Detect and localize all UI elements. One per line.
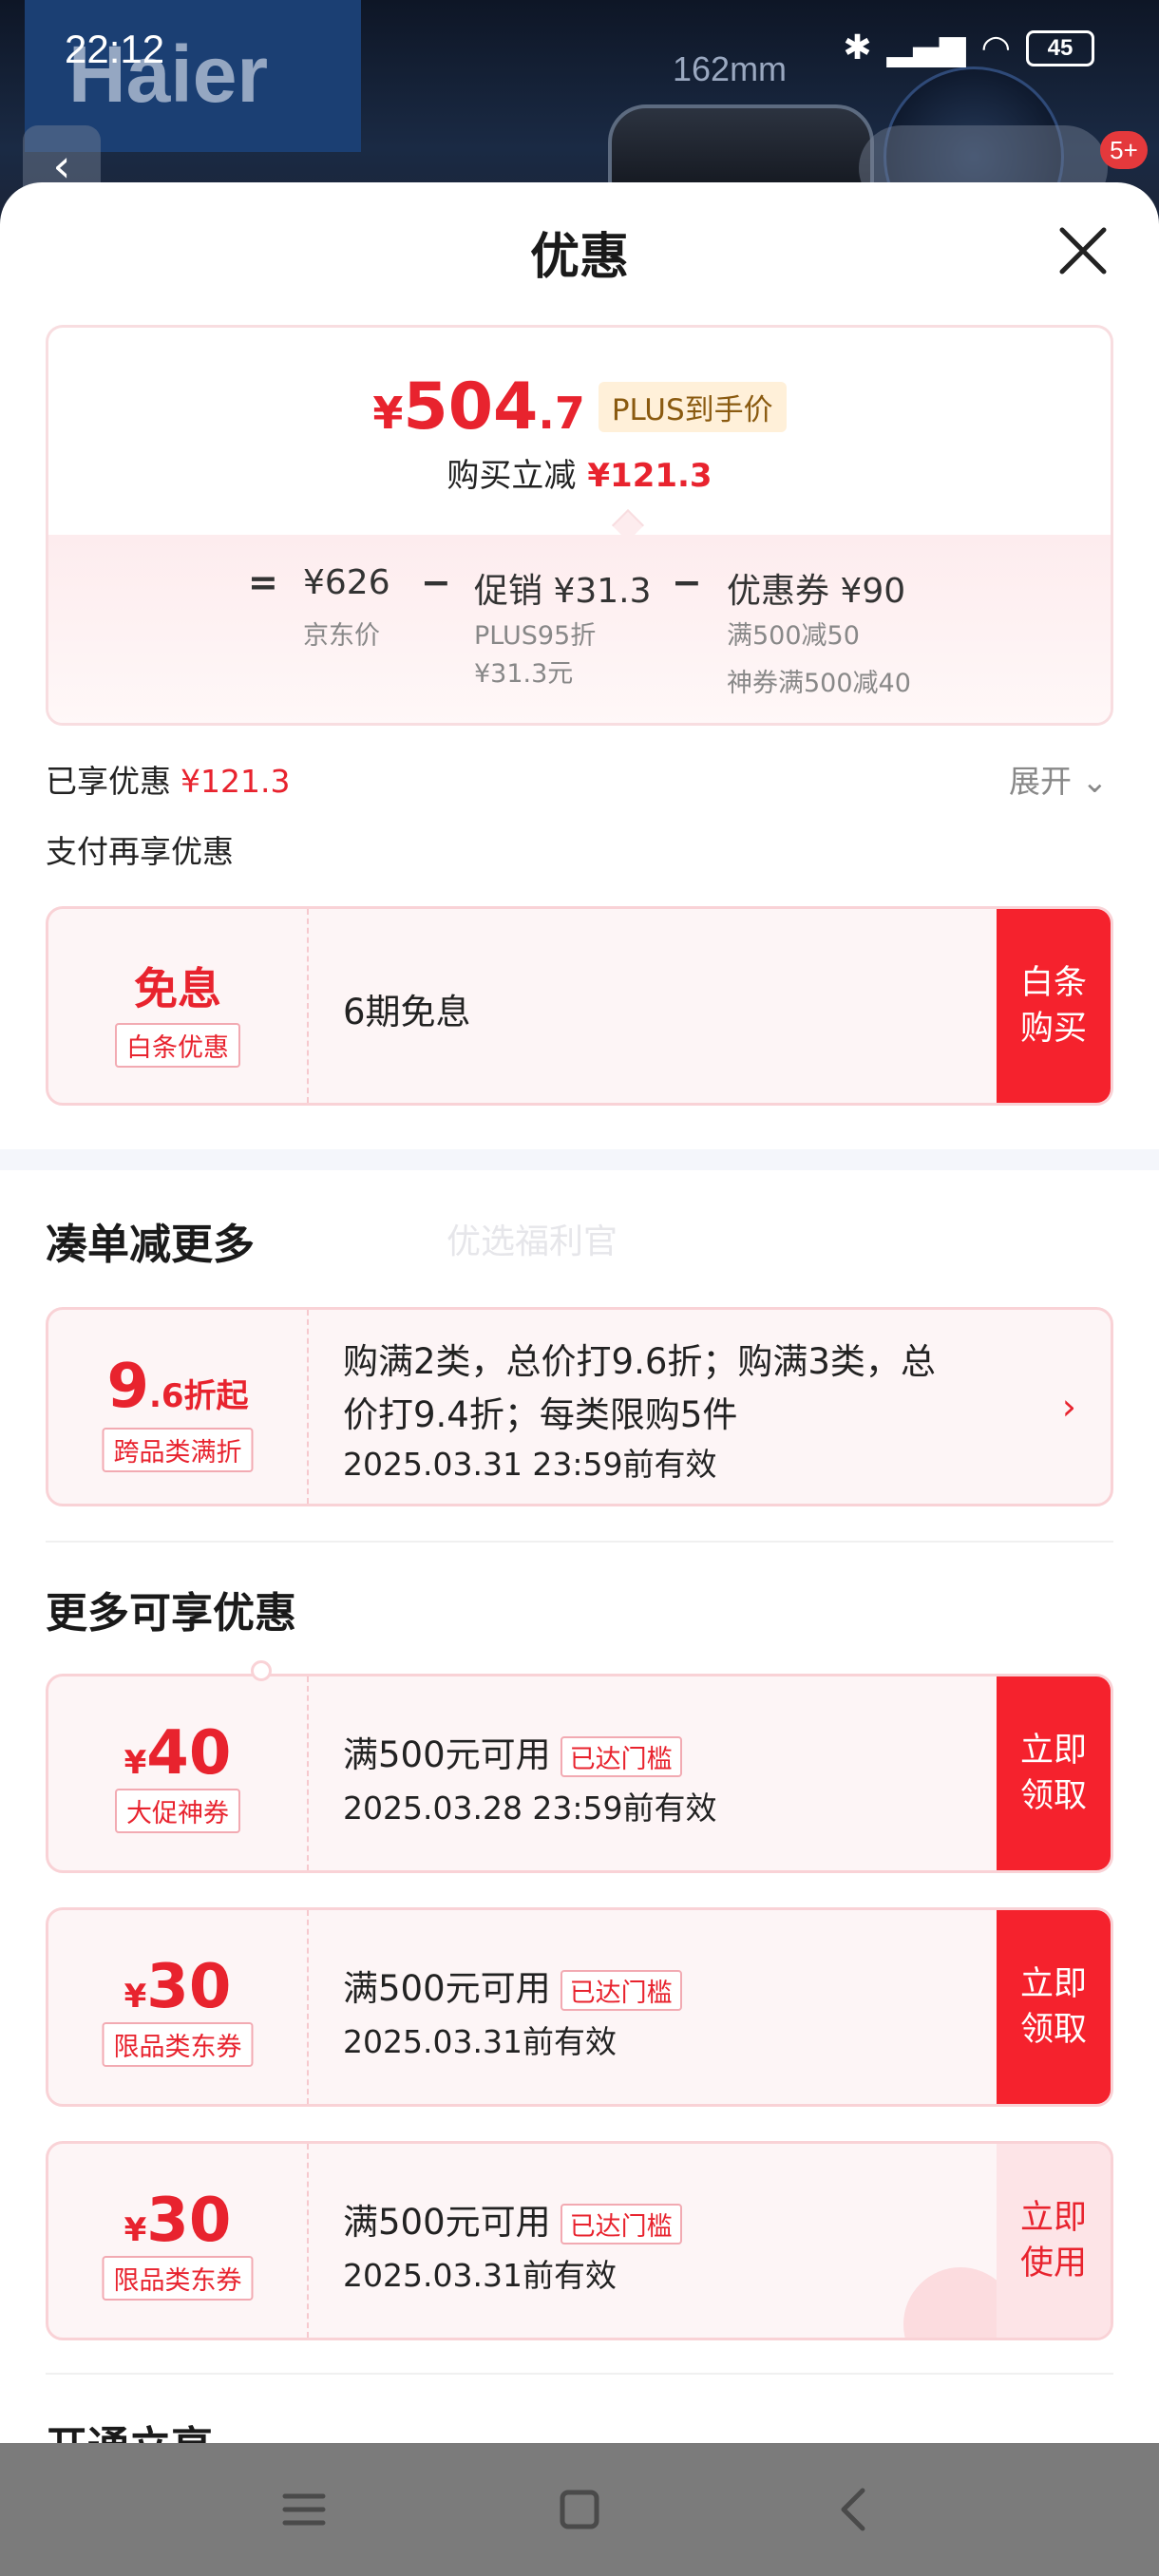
section-separator — [0, 1149, 1159, 1170]
claim-coupon-button[interactable]: 立即领取 — [997, 1910, 1111, 2104]
expand-toggle[interactable]: 展开 ⌄ — [1009, 756, 1108, 802]
coupon-card-left: ¥40 大促神券 — [48, 1676, 309, 1870]
more-section-title: 更多可享优惠 — [46, 1589, 296, 1638]
sheet-title: 优惠 — [529, 229, 629, 286]
final-price-row: ¥504.7 PLUS到手价 — [48, 369, 1111, 445]
coupon-tag: 限品类东券 — [102, 2022, 254, 2067]
bundle-card-left: 9.6折起 跨品类满折 — [48, 1310, 309, 1504]
bluetooth-icon: ✱ — [843, 28, 872, 67]
bundle-rule: 购满2类，总价打9.6折；购满3类，总 — [343, 1341, 936, 1382]
coupon-condition: 满500元可用 已达门槛 — [343, 1960, 682, 2011]
coupon-amount: ¥30 — [124, 2186, 232, 2256]
coupon-expiry: 2025.03.31前有效 — [343, 2257, 617, 2294]
divider — [46, 1541, 1113, 1543]
threshold-reached-tag: 已达门槛 — [560, 2204, 682, 2245]
coupon-value: 优惠券 ¥90 — [727, 572, 906, 611]
baitiao-buy-button[interactable]: 白条购买 — [997, 909, 1111, 1103]
coupon-card: ¥30 限品类东券 满500元可用 已达门槛 2025.03.31前有效 立即领取 — [46, 1907, 1113, 2107]
menu-button[interactable] — [276, 2481, 332, 2538]
coupon-expiry: 2025.03.28 23:59前有效 — [343, 1790, 717, 1827]
coupon-tag: 大促神券 — [115, 1789, 240, 1833]
enjoyed-discount: 已享优惠 ¥121.3 — [46, 756, 290, 802]
threshold-reached-tag: 已达门槛 — [560, 1736, 682, 1777]
coupon-condition: 满500元可用 已达门槛 — [343, 1726, 682, 1777]
status-bar: 22:12 ✱ ▂▄▆ ◠ 45 — [0, 0, 1159, 104]
watermark: 优选福利官 — [446, 1222, 618, 1261]
promo-note: PLUS95折 — [474, 621, 597, 651]
equals-sign: = — [248, 561, 278, 603]
coupon-expiry: 2025.03.31前有效 — [343, 2023, 617, 2060]
coupon-card-left: ¥30 限品类东券 — [48, 1910, 309, 2104]
final-price: ¥504.7 — [372, 369, 585, 445]
claim-coupon-label: 立即领取 — [1019, 1965, 1087, 2049]
close-icon — [1059, 227, 1107, 275]
close-button[interactable] — [1056, 224, 1110, 277]
instant-cut-value: ¥121.3 — [587, 457, 712, 495]
plus-price-tag: PLUS到手价 — [598, 382, 787, 432]
bundle-section-title: 凑单减更多 — [46, 1221, 255, 1269]
chevron-right-icon: › — [1061, 1386, 1076, 1428]
chevron-down-icon: ⌄ — [1081, 763, 1109, 800]
battery-icon: 45 — [1026, 29, 1094, 66]
baitiao-buy-label: 白条购买 — [1019, 964, 1087, 1048]
price-summary: ¥504.7 PLUS到手价 购买立减 ¥121.3 = ¥626 京东价 − 促… — [46, 325, 1113, 726]
divider — [46, 2373, 1113, 2375]
installment-card: 免息 白条优惠 6期免息 白条购买 — [46, 906, 1113, 1106]
back-icon — [841, 2488, 865, 2531]
card-notch — [251, 1660, 272, 1681]
wifi-icon: ◠ — [980, 28, 1011, 67]
minus-sign: − — [672, 561, 702, 603]
home-button[interactable] — [551, 2481, 608, 2538]
back-button[interactable] — [826, 2481, 884, 2538]
home-icon — [560, 2490, 599, 2529]
jd-price: ¥626 — [303, 563, 390, 602]
promo-note: ¥31.3元 — [474, 659, 574, 689]
coupon-card: ¥30 限品类东券 满500元可用 已达门槛 2025.03.31前有效 立即使用 — [46, 2141, 1113, 2340]
system-nav-bar — [0, 2443, 1159, 2576]
coupon-tag: 限品类东券 — [102, 2256, 254, 2301]
coupon-note: 神券满500减40 — [727, 669, 911, 698]
coupon-amount: ¥40 — [124, 1718, 232, 1789]
status-time: 22:12 — [65, 27, 165, 71]
claim-coupon-label: 立即领取 — [1019, 1732, 1087, 1815]
bundle-tag: 跨品类满折 — [102, 1428, 254, 1472]
installment-big: 免息 — [134, 963, 221, 1014]
bundle-rule: 价打9.4折；每类限购5件 — [343, 1394, 738, 1435]
enjoyed-value: ¥121.3 — [180, 763, 291, 800]
use-coupon-label: 立即使用 — [1019, 2199, 1087, 2282]
installment-card-left: 免息 白条优惠 — [48, 909, 309, 1103]
bundle-discount: 9.6折起 — [106, 1352, 249, 1422]
installment-tag: 白条优惠 — [115, 1023, 240, 1068]
coupon-note: 满500减50 — [727, 621, 860, 651]
expand-label: 展开 — [1009, 763, 1072, 800]
signal-icon: ▂▄▆ — [886, 28, 966, 67]
promo-value: 促销 ¥31.3 — [474, 572, 652, 611]
discount-sheet: 优惠 ¥504.7 PLUS到手价 购买立减 ¥121.3 = ¥626 京东价 … — [0, 182, 1159, 2443]
open-section-title: 开通立享 — [46, 2413, 213, 2443]
pay-more-label: 支付再享优惠 — [46, 833, 234, 870]
claim-coupon-button[interactable]: 立即领取 — [997, 1676, 1111, 1870]
jd-price-label: 京东价 — [303, 621, 380, 651]
coupon-card: ¥40 大促神券 满500元可用 已达门槛 2025.03.28 23:59前有效… — [46, 1674, 1113, 1873]
instant-cut-label: 购买立减 — [446, 457, 577, 495]
enjoyed-label: 已享优惠 — [46, 763, 171, 800]
menu-icon — [282, 2493, 326, 2526]
minus-sign: − — [421, 561, 451, 603]
bundle-expiry: 2025.03.31 23:59前有效 — [343, 1446, 717, 1483]
coupon-card-left: ¥30 限品类东券 — [48, 2144, 309, 2338]
coupon-amount: ¥30 — [124, 1952, 232, 2022]
bundle-card[interactable]: 9.6折起 跨品类满折 购满2类，总价打9.6折；购满3类，总 价打9.4折；每… — [46, 1307, 1113, 1506]
cart-badge: 5+ — [1100, 131, 1148, 169]
use-coupon-button[interactable]: 立即使用 — [997, 2144, 1111, 2338]
instant-cut: 购买立减 ¥121.3 — [48, 449, 1111, 496]
status-icons: ✱ ▂▄▆ ◠ 45 — [843, 28, 1094, 67]
price-breakdown: = ¥626 京东价 − 促销 ¥31.3 PLUS95折 ¥31.3元 − 优… — [48, 535, 1111, 723]
installment-text: 6期免息 — [343, 992, 471, 1032]
coupon-condition: 满500元可用 已达门槛 — [343, 2193, 682, 2245]
threshold-reached-tag: 已达门槛 — [560, 1970, 682, 2011]
